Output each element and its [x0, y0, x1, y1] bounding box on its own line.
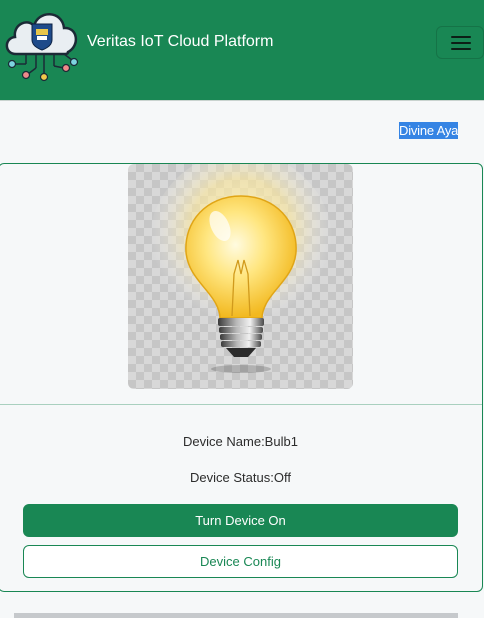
horizontal-scrollbar[interactable] — [14, 613, 458, 618]
top-navbar: Veritas IoT Cloud Platform — [0, 0, 484, 101]
brand-title[interactable]: Veritas IoT Cloud Platform — [87, 33, 273, 51]
cloud-circuit-logo-icon[interactable] — [2, 2, 82, 84]
lightbulb-icon — [128, 164, 353, 389]
device-card: Device Name:Bulb1 Device Status:Off Turn… — [0, 163, 483, 592]
device-config-button[interactable]: Device Config — [23, 545, 458, 578]
card-divider — [0, 404, 482, 405]
navbar-toggle-button[interactable] — [436, 26, 484, 59]
device-status: Device Status:Off — [190, 470, 291, 485]
user-name: Divine Aya — [399, 122, 459, 139]
turn-device-on-button[interactable]: Turn Device On — [23, 504, 458, 537]
device-name: Device Name:Bulb1 — [183, 434, 298, 449]
hamburger-menu-icon-bar — [451, 42, 471, 44]
hamburger-menu-icon-bar — [451, 48, 471, 50]
hamburger-menu-icon — [451, 36, 471, 38]
